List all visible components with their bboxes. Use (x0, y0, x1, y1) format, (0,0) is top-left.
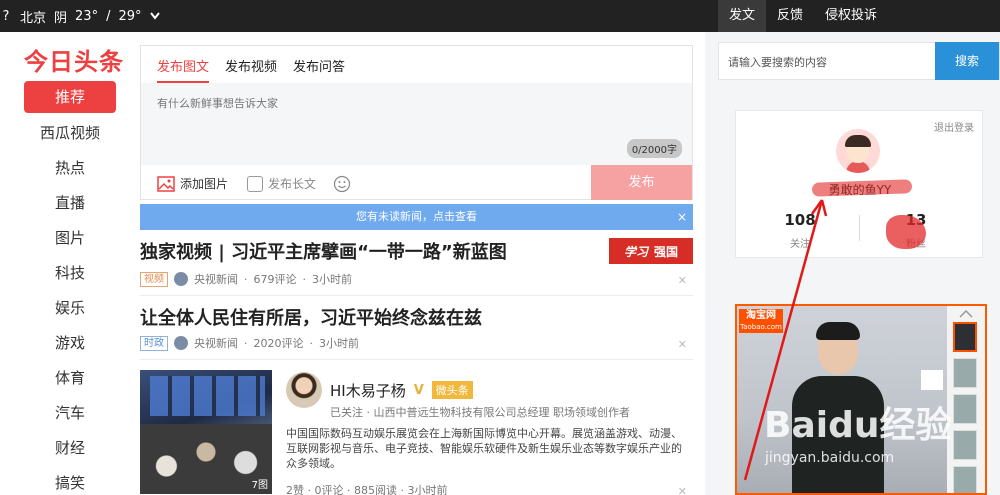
location-pin-icon: ? (2, 8, 10, 24)
search-input[interactable]: 请输入要搜索的内容 (728, 54, 827, 70)
taobao-logo: 淘宝网 Taobao.com (739, 309, 783, 333)
article-time: 3小时前 (319, 337, 359, 350)
article-source[interactable]: 央视新闻 (194, 335, 238, 351)
left-nav: 今日头条 推荐 西瓜视频 热点 直播 图片 科技 娱乐 游戏 体育 汽车 财经 … (0, 32, 140, 495)
xuexi-qiangguo-banner[interactable]: 学习 强国 (609, 238, 693, 264)
avatar[interactable] (836, 129, 880, 173)
list-item[interactable]: 让全体人民住有所居，习近平始终念兹在兹 时政 央视新闻 · 2020评论 · 3… (140, 304, 693, 360)
taobao-brand-sub: Taobao.com (740, 323, 782, 331)
tab-post-article[interactable]: 发布图文 (157, 56, 210, 83)
user-card: 退出登录 勇敢的鱼YY 108 关注 13 粉丝 (735, 110, 983, 258)
close-icon[interactable]: × (677, 204, 687, 230)
ad-thumbnail[interactable] (953, 430, 977, 460)
post-stats: 2赞 · 0评论 · 885阅读 · 3小时前 (286, 484, 448, 495)
image-icon (157, 175, 175, 192)
image-count: 7图 (251, 480, 268, 491)
search-button[interactable]: 搜索 (935, 42, 999, 80)
chevron-down-icon[interactable] (149, 9, 160, 24)
baidu-watermark: Baidu经验 (764, 405, 952, 446)
emoji-button[interactable] (333, 175, 351, 193)
ad-thumbnail[interactable] (953, 466, 977, 493)
nav-item-funny[interactable]: 搞笑 (24, 467, 116, 495)
article-tag[interactable]: 视频 (140, 271, 168, 287)
ad-thumbnail[interactable] (953, 322, 977, 352)
tab-post-video[interactable]: 发布视频 (225, 56, 277, 83)
avatar[interactable] (286, 372, 322, 408)
post-summary[interactable]: 中国国际数码互动娱乐展览会在上海新国际博览中心开幕。展览涵盖游戏、动漫、互联网影… (286, 426, 691, 471)
nav-item-xigua-video[interactable]: 西瓜视频 (24, 117, 116, 149)
post-input-placeholder: 有什么新鲜事想告诉大家 (157, 97, 278, 110)
ad-thumbnail[interactable] (953, 394, 977, 424)
ad-thumbnail[interactable] (953, 358, 977, 388)
char-counter: 0/2000字 (626, 139, 682, 158)
nav-item-images[interactable]: 图片 (24, 222, 116, 254)
article-title[interactable]: 独家视频 | 习近平主席擘画“一带一路”新蓝图 (140, 238, 507, 264)
author-name[interactable]: HI木易子杨 (330, 380, 406, 401)
article-comments[interactable]: 2020评论 (254, 335, 304, 351)
author-subtitle: 已关注 · 山西中普远生物科技有限公司总经理 职场领域创作者 (330, 406, 630, 419)
list-item[interactable]: 7图 HI木易子杨 V 微头条 已关注 · 山西中普远生物科技有限公司总经理 职… (140, 370, 693, 495)
red-scribble (886, 215, 926, 249)
add-image-button[interactable]: 添加图片 (157, 175, 228, 192)
feedback-link[interactable]: 反馈 (766, 0, 814, 32)
article-tag[interactable]: 时政 (140, 335, 168, 351)
tab-post-question[interactable]: 发布问答 (293, 56, 345, 83)
nav-item-games[interactable]: 游戏 (24, 327, 116, 359)
top-bar: ? 北京 阴 23° / 29° 发文 反馈 侵权投诉 (0, 0, 1000, 32)
nav-item-auto[interactable]: 汽车 (24, 397, 116, 429)
main-feed: 发布图文 发布视频 发布问答 有什么新鲜事想告诉大家 0/2000字 添加图片 … (140, 32, 705, 495)
article-time: 3小时前 (312, 273, 352, 286)
nav-item-sports[interactable]: 体育 (24, 362, 116, 394)
weather-temp-high: 29° (118, 8, 142, 24)
dismiss-icon[interactable]: ✕ (678, 485, 687, 495)
location-city[interactable]: 北京 (20, 7, 46, 26)
nav-item-live[interactable]: 直播 (24, 187, 116, 219)
source-avatar-icon (174, 336, 188, 350)
following-label: 关注 (790, 239, 810, 250)
banner-logo: 学习 (623, 244, 648, 259)
post-input[interactable]: 有什么新鲜事想告诉大家 0/2000字 (141, 83, 692, 165)
notice-text: 您有未读新闻，点击查看 (356, 210, 477, 223)
weather-temp-low: 23° (75, 8, 99, 24)
nav-item-recommend[interactable]: 推荐 (24, 81, 116, 113)
article-source[interactable]: 央视新闻 (194, 271, 238, 287)
verified-icon: V (413, 382, 424, 398)
baidu-watermark-url: jingyan.baidu.com (765, 450, 895, 466)
article-title[interactable]: 让全体人民住有所居，习近平始终念兹在兹 (140, 304, 482, 330)
weather-temp-sep: / (106, 8, 111, 24)
list-item[interactable]: 独家视频 | 习近平主席擘画“一带一路”新蓝图 学习 强国 视频 央视新闻 · … (140, 238, 693, 296)
post-thumbnail[interactable]: 7图 (140, 370, 272, 494)
nav-item-hot[interactable]: 热点 (24, 152, 116, 184)
logo[interactable]: 今日头条 (24, 42, 124, 77)
article-comments[interactable]: 679评论 (254, 271, 297, 287)
nav-item-tech[interactable]: 科技 (24, 257, 116, 289)
report-infringement-link[interactable]: 侵权投诉 (814, 0, 888, 32)
checkbox-icon (247, 175, 263, 192)
source-avatar-icon (174, 272, 188, 286)
ad-thumbnail-strip[interactable] (947, 306, 985, 493)
long-text-label: 发布长文 (268, 177, 317, 191)
micro-headline-badge: 微头条 (431, 381, 473, 399)
dismiss-icon[interactable]: ✕ (678, 274, 687, 287)
post-link[interactable]: 发文 (718, 0, 767, 32)
divider (859, 215, 860, 241)
smile-icon (333, 175, 351, 193)
taobao-brand: 淘宝网 (746, 310, 776, 321)
chevron-up-icon[interactable] (959, 310, 973, 318)
logout-link[interactable]: 退出登录 (934, 119, 974, 134)
publish-button[interactable]: 发布 (591, 165, 692, 200)
add-image-label: 添加图片 (180, 177, 229, 191)
banner-text: 强国 (654, 244, 679, 259)
publish-box: 发布图文 发布视频 发布问答 有什么新鲜事想告诉大家 0/2000字 添加图片 … (140, 45, 693, 200)
long-text-toggle[interactable]: 发布长文 (247, 175, 316, 192)
following-stat[interactable]: 108 关注 (750, 211, 850, 250)
dismiss-icon[interactable]: ✕ (678, 338, 687, 351)
nav-item-finance[interactable]: 财经 (24, 432, 116, 464)
nav-item-entertainment[interactable]: 娱乐 (24, 292, 116, 324)
following-count: 108 (784, 211, 816, 229)
search-box: 请输入要搜索的内容 搜索 (718, 42, 1000, 80)
unread-news-notice[interactable]: 您有未读新闻，点击查看 × (140, 204, 693, 230)
weather-desc: 阴 (54, 10, 68, 26)
